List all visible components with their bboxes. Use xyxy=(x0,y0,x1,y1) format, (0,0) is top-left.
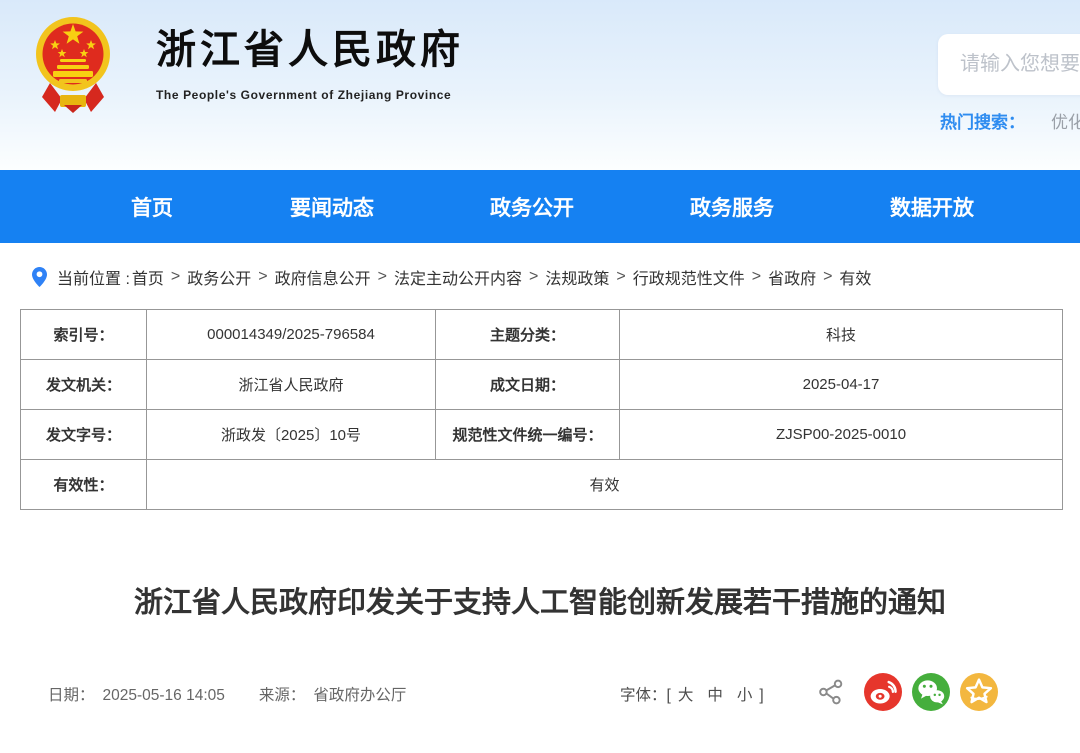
hot-search-row: 热门搜索： 优化营商环境 xyxy=(940,108,1080,133)
table-row: 发文字号： 浙政发〔2025〕10号 规范性文件统一编号： ZJSP00-202… xyxy=(21,410,1063,460)
share-qzone-button[interactable] xyxy=(960,673,998,711)
breadcrumb-item-gov-info[interactable]: 政务公开 xyxy=(187,265,251,289)
nav-item-gov-info[interactable]: 政务公开 xyxy=(432,192,632,222)
issuing-agency-label: 发文机关： xyxy=(21,360,147,410)
location-pin-icon xyxy=(32,267,47,287)
breadcrumb-separator: > xyxy=(171,268,180,286)
article-meta-row: 日期： 2025-05-16 14:05 来源： 省政府办公厅 字体：[ 大中小] xyxy=(0,671,1080,719)
weibo-icon xyxy=(864,673,902,711)
article-title: 浙江省人民政府印发关于支持人工智能创新发展若干措施的通知 xyxy=(30,584,1050,623)
nav-item-home[interactable]: 首页 xyxy=(72,192,232,222)
breadcrumb-separator: > xyxy=(378,268,387,286)
wechat-icon xyxy=(912,673,950,711)
share-weibo-button[interactable] xyxy=(864,673,902,711)
doc-number-value: 浙政发〔2025〕10号 xyxy=(147,410,436,460)
document-info-table: 索引号： 000014349/2025-796584 主题分类： 科技 发文机关… xyxy=(20,309,1063,510)
font-size-control: 字体：[ 大中小] xyxy=(620,683,764,705)
source-value: 省政府办公厅 xyxy=(313,687,406,704)
date-value: 2025-05-16 14:05 xyxy=(103,687,225,704)
national-emblem-icon xyxy=(34,8,112,116)
topic-category-value: 科技 xyxy=(620,310,1063,360)
nav-item-gov-services[interactable]: 政务服务 xyxy=(632,192,832,222)
nav-item-open-data[interactable]: 数据开放 xyxy=(832,192,1032,222)
breadcrumb-item-normative-docs[interactable]: 行政规范性文件 xyxy=(633,265,745,289)
source-label: 来源： xyxy=(259,687,306,704)
font-size-medium-button[interactable]: 中 xyxy=(707,687,723,704)
font-label: 字体：[ xyxy=(620,687,671,704)
breadcrumb-item-provincial-gov[interactable]: 省政府 xyxy=(768,265,816,289)
breadcrumb: 当前位置 : 首页 > 政务公开 > 政府信息公开 > 法定主动公开内容 > 法… xyxy=(32,265,1060,289)
search-input[interactable] xyxy=(938,34,1080,95)
topic-category-label: 主题分类： xyxy=(436,310,620,360)
breadcrumb-separator: > xyxy=(823,268,832,286)
breadcrumb-separator: > xyxy=(752,268,761,286)
nav-item-news[interactable]: 要闻动态 xyxy=(232,192,432,222)
index-number-label: 索引号： xyxy=(21,310,147,360)
breadcrumb-separator: > xyxy=(616,268,625,286)
table-row: 有效性： 有效 xyxy=(21,460,1063,510)
share-wechat-button[interactable] xyxy=(912,673,950,711)
table-row: 索引号： 000014349/2025-796584 主题分类： 科技 xyxy=(21,310,1063,360)
breadcrumb-item-valid[interactable]: 有效 xyxy=(839,265,871,289)
qzone-star-icon xyxy=(960,673,998,711)
site-title: 浙江省人民政府 xyxy=(156,26,464,74)
validity-value: 有效 xyxy=(147,460,1063,510)
issue-date-value: 2025-04-17 xyxy=(620,360,1063,410)
font-size-small-button[interactable]: 小 xyxy=(737,687,753,704)
hot-search-label: 热门搜索： xyxy=(940,108,1025,133)
breadcrumb-prefix: 当前位置 : xyxy=(57,265,130,289)
index-number-value: 000014349/2025-796584 xyxy=(147,310,436,360)
font-label-close: ] xyxy=(759,687,763,704)
issue-date-label: 成文日期： xyxy=(436,360,620,410)
breadcrumb-item-info-disclosure[interactable]: 政府信息公开 xyxy=(275,265,371,289)
validity-label: 有效性： xyxy=(21,460,147,510)
hot-search-item[interactable]: 优化营商环境 xyxy=(1051,108,1080,133)
site-subtitle: The People's Government of Zhejiang Prov… xyxy=(156,88,464,102)
breadcrumb-separator: > xyxy=(529,268,538,286)
search-box[interactable] xyxy=(938,34,1080,95)
breadcrumb-item-home[interactable]: 首页 xyxy=(132,265,164,289)
share-icon[interactable] xyxy=(818,679,844,705)
unified-number-value: ZJSP00-2025-0010 xyxy=(620,410,1063,460)
breadcrumb-item-regulations[interactable]: 法规政策 xyxy=(545,265,609,289)
date-label: 日期： xyxy=(48,687,95,704)
article-meta-left: 日期： 2025-05-16 14:05 来源： 省政府办公厅 xyxy=(48,683,406,705)
table-row: 发文机关： 浙江省人民政府 成文日期： 2025-04-17 xyxy=(21,360,1063,410)
font-size-large-button[interactable]: 大 xyxy=(678,687,694,704)
site-header: 浙江省人民政府 The People's Government of Zheji… xyxy=(0,0,1080,170)
main-nav: 首页 要闻动态 政务公开 政务服务 数据开放 xyxy=(0,170,1080,243)
doc-number-label: 发文字号： xyxy=(21,410,147,460)
share-group xyxy=(818,673,998,711)
breadcrumb-item-statutory-content[interactable]: 法定主动公开内容 xyxy=(394,265,522,289)
unified-number-label: 规范性文件统一编号： xyxy=(436,410,620,460)
site-brand: 浙江省人民政府 The People's Government of Zheji… xyxy=(156,26,464,102)
breadcrumb-separator: > xyxy=(258,268,267,286)
issuing-agency-value: 浙江省人民政府 xyxy=(147,360,436,410)
